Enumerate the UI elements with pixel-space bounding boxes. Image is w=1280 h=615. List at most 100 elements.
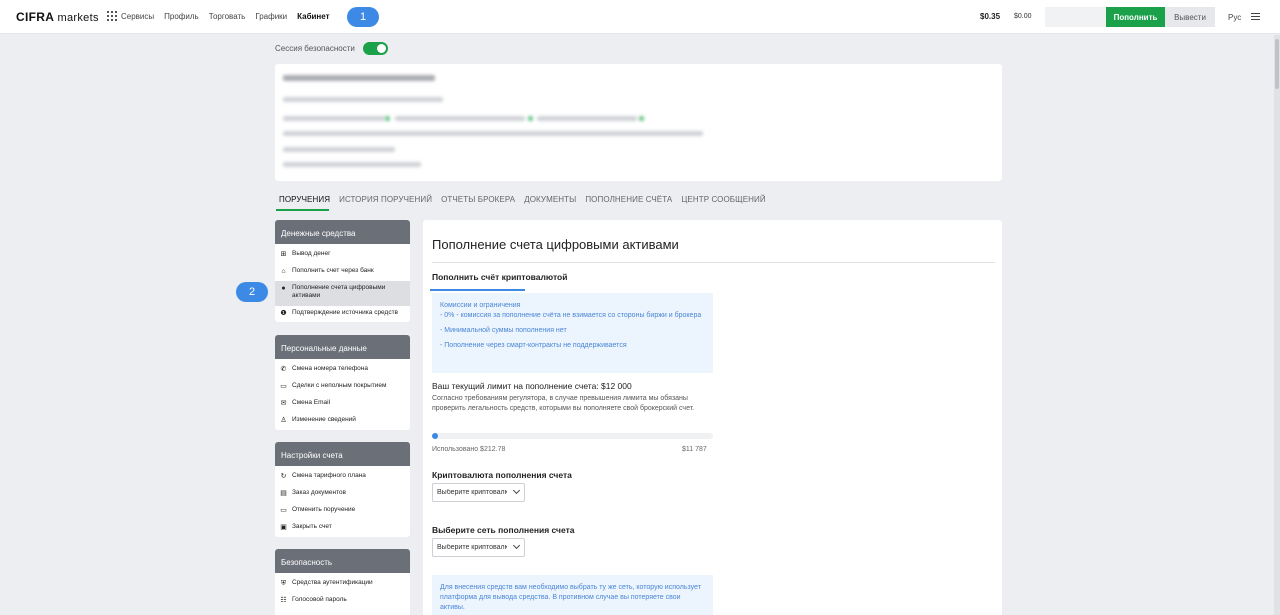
annotation-marker-2: 2 — [236, 282, 268, 302]
session-label: Сессия безопасности — [275, 44, 355, 53]
blurred-support-phone — [283, 162, 421, 167]
amount-input[interactable] — [1045, 7, 1107, 27]
mail-icon: ✉ — [280, 400, 287, 407]
verified-icon — [528, 116, 533, 121]
tab-bar: ПОРУЧЕНИЯ ИСТОРИЯ ПОРУЧЕНИЙ ОТЧЕТЫ БРОКЕ… — [279, 195, 766, 204]
network-select-label: Выберите сеть пополнения счета — [432, 525, 575, 535]
nav-services[interactable]: Сервисы — [121, 12, 154, 21]
shield-icon: ⛨ — [280, 580, 287, 587]
sidebar-item-order-documents[interactable]: ▤ Заказ документов — [275, 486, 410, 503]
limit-progress-bar — [432, 433, 713, 439]
info-heading: Комиссии и ограничения — [440, 302, 521, 309]
page-title: Пополнение счета цифровыми активами — [432, 237, 679, 252]
withdraw-button[interactable]: Вывести — [1165, 7, 1215, 27]
sidebar-group-personal: Персональные данные ✆ Смена номера телефо… — [275, 335, 410, 430]
nav-charts[interactable]: Графики — [255, 12, 287, 21]
sidebar-item-voice-password[interactable]: ☷ Голосовой пароль — [275, 593, 410, 610]
sidebar-item-withdraw[interactable]: ⊞ Вывод денег — [275, 247, 410, 264]
blurred-account-info — [283, 97, 443, 102]
info-line: - 0% - комиссия за пополнение счёта не в… — [440, 312, 702, 319]
sidebar-group-security: Безопасность ⛨ Средства аутентификации ☷ Г… — [275, 549, 410, 615]
withdraw-icon: ⊞ — [280, 251, 287, 258]
blurred-manager-email — [283, 147, 395, 152]
sidebar-item-auth-methods[interactable]: ⛨ Средства аутентификации — [275, 576, 410, 593]
monitor-icon: ▭ — [280, 383, 287, 390]
blurred-manager-info — [283, 131, 703, 136]
limit-progress-fill — [432, 433, 438, 439]
document-icon: ▤ — [280, 490, 287, 497]
tab-broker-reports[interactable]: ОТЧЕТЫ БРОКЕРА — [441, 195, 515, 204]
active-subtab-indicator — [430, 289, 525, 291]
logo[interactable]: CIFRA markets — [16, 10, 99, 24]
nav-trade[interactable]: Торговать — [209, 12, 246, 21]
sidebar-item-close-account[interactable]: ▣ Закрыть счет — [275, 520, 410, 537]
sidebar-item-change-phone[interactable]: ✆ Смена номера телефона — [275, 362, 410, 379]
limit-remaining: $11 787 — [682, 446, 707, 453]
sidebar-item-cancel-order[interactable]: ▭ Отменить поручение — [275, 503, 410, 520]
sidebar-group-account-settings: Настройки счета ↻ Смена тарифного плана ▤… — [275, 442, 410, 537]
refresh-icon: ↻ — [280, 473, 287, 480]
sidebar-group-title: Денежные средства — [275, 220, 410, 244]
verified-icon — [385, 116, 390, 121]
sidebar-item-change-email[interactable]: ✉ Смена Email — [275, 396, 410, 413]
deposit-limit-description: Согласно требованиям регулятора, в случа… — [432, 395, 695, 412]
sidebar-group-title: Настройки счета — [275, 442, 410, 466]
sidebar-group-title: Безопасность — [275, 549, 410, 573]
tab-documents[interactable]: ДОКУМЕНТЫ — [524, 195, 576, 204]
top-bar: CIFRA markets Сервисы Профиль Торговать … — [0, 0, 1280, 34]
phone-icon: ✆ — [280, 366, 287, 373]
info-line: - Пополнение через смарт-контракты не по… — [440, 342, 627, 349]
network-select[interactable]: Выберите криптовалюту — [432, 538, 525, 557]
info-icon: ❶ — [280, 310, 287, 317]
monitor-icon: ▭ — [280, 507, 287, 514]
crypto-select[interactable]: Выберите криптовалюту — [432, 483, 525, 502]
nav-cabinet[interactable]: Кабинет — [297, 12, 329, 21]
chevron-down-icon — [512, 541, 521, 550]
apps-grid-icon[interactable] — [107, 11, 117, 21]
sidebar-item-margin-trades[interactable]: ▭ Сделки с неполным покрытием — [275, 379, 410, 396]
sidebar-item-crypto-deposit[interactable]: ● Пополнение счета цифровыми активами — [275, 281, 410, 306]
active-tab-indicator — [276, 209, 329, 211]
blurred-phone — [283, 116, 385, 121]
verified-icon — [639, 116, 644, 121]
blurred-user-name — [283, 75, 435, 81]
deposit-limit-title: Ваш текущий лимит на пополнение счета: $… — [432, 381, 632, 391]
deposit-button[interactable]: Пополнить — [1106, 7, 1165, 27]
network-warning-box: Для внесения средств вам необходимо выбр… — [432, 575, 713, 615]
annotation-marker-1: 1 — [347, 7, 379, 27]
crypto-deposit-panel: Пополнение счета цифровыми активами Попо… — [423, 220, 1002, 615]
sidebar-item-source-of-funds[interactable]: ❶ Подтверждение источника средств — [275, 306, 410, 322]
close-account-icon: ▣ — [280, 524, 287, 531]
tab-crypto-deposit[interactable]: Пополнить счёт криптовалютой — [432, 272, 567, 282]
nav-profile[interactable]: Профиль — [164, 12, 199, 21]
tab-message-center[interactable]: ЦЕНТР СООБЩЕНИЙ — [681, 195, 765, 204]
sidebar-item-change-tariff[interactable]: ↻ Смена тарифного плана — [275, 469, 410, 486]
tab-account-deposit[interactable]: ПОПОЛНЕНИЕ СЧЁТА — [585, 195, 672, 204]
page-scrollbar[interactable] — [1274, 35, 1280, 615]
limit-used: Использовано $212.78 — [432, 446, 506, 453]
profile-card — [275, 64, 1002, 181]
bank-icon: ⌂ — [281, 268, 286, 275]
voice-icon: ☷ — [280, 597, 287, 604]
menu-icon[interactable] — [1251, 13, 1260, 20]
sidebar-group-money: Денежные средства ⊞ Вывод денег ⌂ Пополнит… — [275, 220, 410, 322]
crypto-icon: ● — [281, 285, 286, 292]
info-line: - Минимальной суммы пополнения нет — [440, 327, 567, 334]
sidebar-item-change-details[interactable]: ♙ Изменение сведений — [275, 413, 410, 430]
tab-order-history[interactable]: ИСТОРИЯ ПОРУЧЕНИЙ — [339, 195, 432, 204]
balance-secondary: $0.00 — [1014, 13, 1032, 20]
main-nav: Сервисы Профиль Торговать Графики Кабине… — [107, 11, 330, 21]
balance-usd: $0.35 — [980, 12, 1001, 21]
language-selector[interactable]: Рус — [1228, 13, 1241, 22]
fees-info-box: Комиссии и ограничения - 0% - комиссия з… — [432, 293, 713, 373]
blurred-telegram — [537, 116, 637, 121]
user-edit-icon: ♙ — [280, 417, 287, 424]
sidebar-item-bank-deposit[interactable]: ⌂ Пополнить счет через банк — [275, 264, 410, 281]
session-toggle[interactable] — [363, 42, 388, 55]
tab-orders[interactable]: ПОРУЧЕНИЯ — [279, 195, 330, 204]
chevron-down-icon — [512, 486, 521, 495]
crypto-select-label: Криптовалюта пополнения счета — [432, 470, 572, 480]
sidebar-group-title: Персональные данные — [275, 335, 410, 359]
title-divider — [432, 262, 995, 263]
blurred-email — [395, 116, 525, 121]
